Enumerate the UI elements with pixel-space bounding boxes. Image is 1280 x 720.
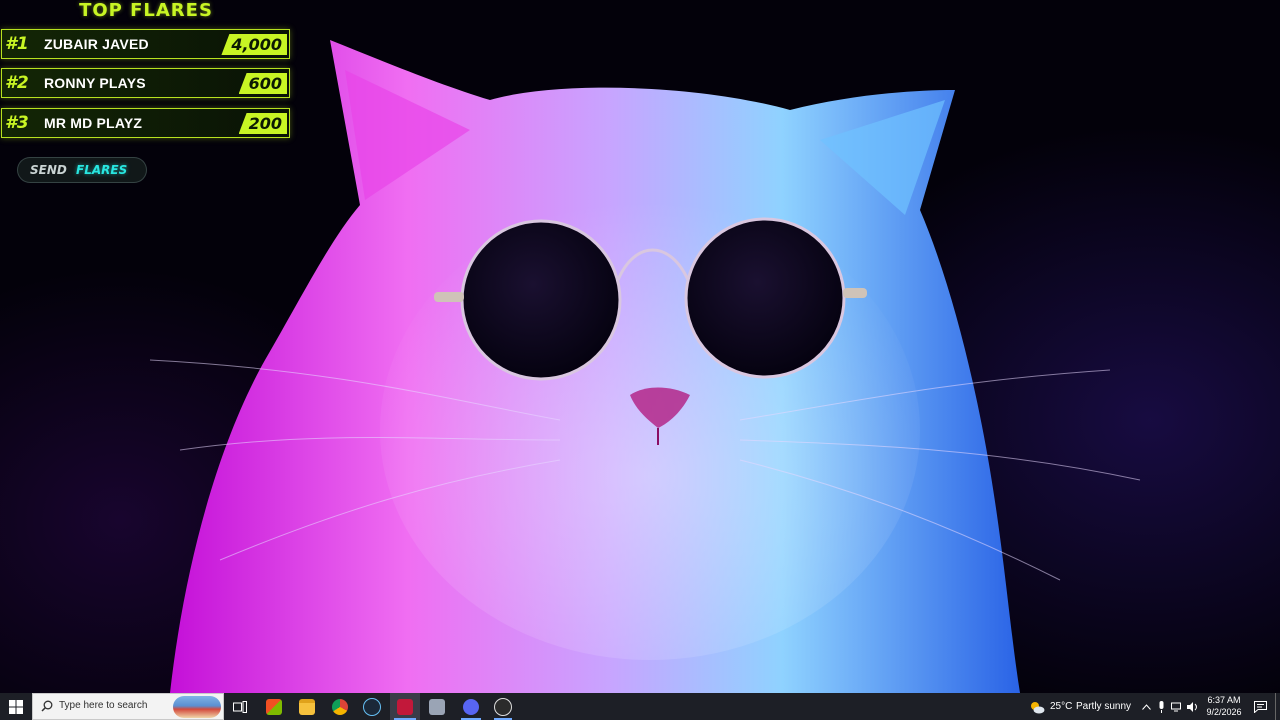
steam-icon [363, 697, 381, 716]
folder-icon [299, 698, 315, 715]
show-desktop-button[interactable] [1275, 693, 1276, 720]
notification-icon [1253, 700, 1267, 713]
leaderboard-name: MR MD PLAYZ [44, 115, 143, 131]
leaderboard-row: #3 MR MD PLAYZ 200 [1, 108, 290, 138]
discord-icon [463, 698, 479, 715]
speaker-icon [1187, 701, 1197, 712]
leaderboard-amount: 4,000 [221, 34, 287, 55]
leaderboard-row: #2 RONNY PLAYS 600 [1, 68, 290, 98]
search-highlight-image[interactable] [173, 696, 221, 718]
microsoft-store-icon [266, 698, 282, 715]
weather-temp: 25°C [1050, 701, 1073, 712]
start-button[interactable] [0, 693, 32, 720]
leaderboard-row: #1 ZUBAIR JAVED 4,000 [1, 29, 290, 59]
task-view-button[interactable] [228, 693, 252, 720]
taskbar-app[interactable] [262, 693, 286, 720]
clock-date: 9/2/2026 [1206, 707, 1242, 717]
partly-sunny-icon [1031, 701, 1045, 713]
taskbar-app[interactable] [295, 693, 319, 720]
cat-wallpaper-art [149, 40, 1141, 693]
show-hidden-icons[interactable] [1140, 693, 1152, 720]
weather-widget[interactable] [1028, 693, 1046, 720]
weather-condition: Partly sunny [1076, 701, 1132, 712]
volume-button[interactable] [1186, 693, 1200, 720]
taskbar-search[interactable]: Type here to search [32, 693, 224, 720]
taskbar-app[interactable] [457, 693, 485, 720]
leaderboard-rank: #2 [5, 73, 29, 93]
clock-time: 6:37 AM [1207, 695, 1241, 705]
task-view-icon [233, 700, 247, 713]
network-icon [1171, 702, 1181, 711]
photos-icon [429, 698, 445, 715]
taskbar-app[interactable] [425, 693, 449, 720]
chevron-up-icon [1141, 703, 1151, 710]
leaderboard-rank: #3 [5, 113, 29, 133]
desktop-wallpaper [0, 0, 1280, 693]
taskbar-clock[interactable]: 6:37 AM 9/2/2026 [1200, 694, 1248, 718]
leaderboard-amount: 600 [238, 73, 287, 94]
leaderboard-amount: 200 [238, 113, 287, 134]
top-flares-title: TOP FLARES [79, 0, 213, 21]
leaderboard-rank: #1 [5, 34, 29, 54]
taskbar-app[interactable] [490, 693, 516, 720]
notifications-button[interactable] [1250, 693, 1270, 720]
app-red-icon [397, 698, 413, 715]
taskbar-app[interactable] [328, 693, 352, 720]
send-label: SEND [30, 163, 67, 177]
network-button[interactable] [1170, 693, 1184, 720]
send-flares-button[interactable]: SEND FLARES [17, 157, 147, 183]
taskbar: Type here to search 25°C Partly sunny 6:… [0, 693, 1280, 720]
taskbar-app-active[interactable] [390, 693, 420, 720]
chrome-icon [332, 698, 348, 715]
search-icon [41, 700, 53, 712]
windows-icon [9, 699, 23, 714]
taskbar-app[interactable] [360, 693, 384, 720]
search-placeholder: Type here to search [59, 700, 148, 711]
flares-label: FLARES [76, 163, 128, 177]
microphone-icon [1159, 700, 1163, 713]
leaderboard-name: RONNY PLAYS [44, 75, 146, 91]
leaderboard-name: ZUBAIR JAVED [44, 36, 149, 52]
obs-icon [494, 697, 512, 716]
microphone-button[interactable] [1155, 693, 1167, 720]
